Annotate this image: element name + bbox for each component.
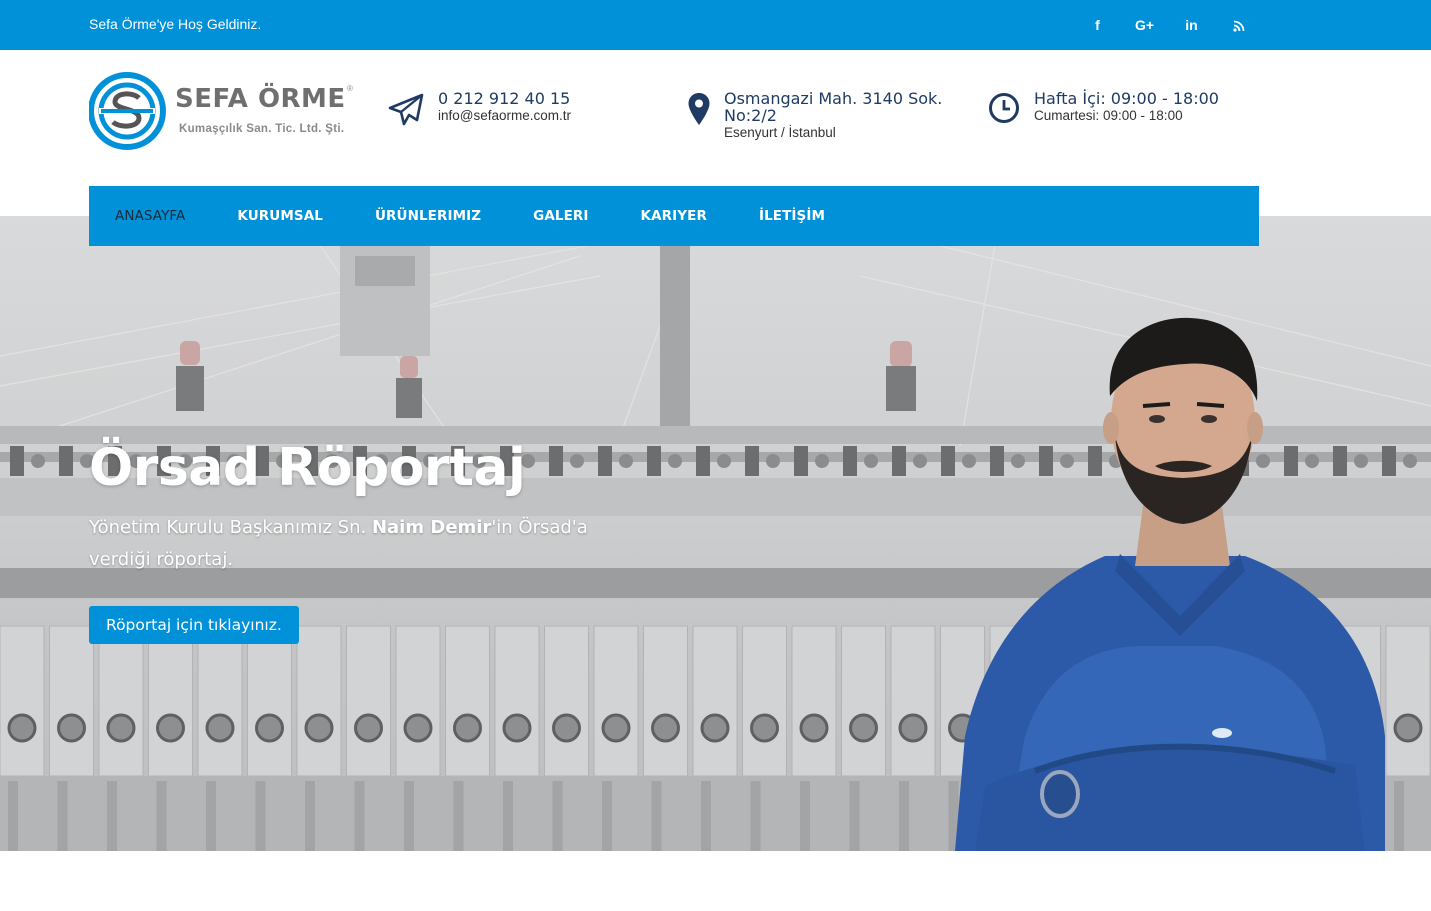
hero-slider: Örsad Röportaj Yönetim Kurulu Başkanımız… xyxy=(0,216,1431,851)
linkedin-icon[interactable]: in xyxy=(1168,13,1215,37)
map-pin-icon xyxy=(688,93,710,125)
main-navigation: ANASAYFA KURUMSAL ÜRÜNLERIMIZ GALERI KAR… xyxy=(89,186,1259,246)
logo-mark-icon xyxy=(89,72,166,150)
hours-weekday: Hafta İçi: 09:00 - 18:00 xyxy=(1034,89,1219,108)
welcome-text: Sefa Örme'ye Hoş Geldiniz. xyxy=(89,16,262,32)
rss-icon[interactable] xyxy=(1215,13,1262,37)
google-plus-icon[interactable]: G+ xyxy=(1121,13,1168,37)
phone-number[interactable]: 0 212 912 40 15 xyxy=(438,90,668,107)
hero-description: Yönetim Kurulu Başkanımız Sn. Naim Demir… xyxy=(89,517,588,570)
nav-item-iletisim[interactable]: İLETİŞİM xyxy=(759,208,825,224)
clock-icon xyxy=(989,93,1019,123)
address-line-1: Osmangazi Mah. 3140 Sok. xyxy=(724,89,943,108)
hero-title: Örsad Röportaj xyxy=(89,438,526,498)
nav-item-galeri[interactable]: GALERI xyxy=(533,208,588,224)
nav-item-anasayfa[interactable]: ANASAYFA xyxy=(115,208,185,224)
logo-brand: SEFA ÖRME xyxy=(175,84,346,114)
nav-item-kurumsal[interactable]: KURUMSAL xyxy=(237,208,323,224)
logo-registered: ® xyxy=(347,84,353,93)
hero-person-name: Naim Demir xyxy=(371,517,492,538)
email-address[interactable]: info@sefaorme.com.tr xyxy=(438,107,668,125)
address-line-3: Esenyurt / İstanbul xyxy=(724,125,836,140)
site-header: SEFA ÖRME ® Kumaşçılık San. Tic. Ltd. Şt… xyxy=(0,50,1431,186)
top-bar: Sefa Örme'ye Hoş Geldiniz. f G+ in xyxy=(0,0,1431,50)
logo-subtitle: Kumaşçılık San. Tic. Ltd. Şti. xyxy=(179,123,345,135)
person-photo xyxy=(955,317,1385,851)
interview-button[interactable]: Röportaj için tıklayınız. xyxy=(89,606,299,644)
address-line-2: No:2/2 xyxy=(724,106,777,125)
nav-item-kariyer[interactable]: KARIYER xyxy=(641,208,707,224)
logo[interactable]: SEFA ÖRME ® Kumaşçılık San. Tic. Ltd. Şt… xyxy=(89,72,359,152)
nav-item-urunlerimiz[interactable]: ÜRÜNLERIMIZ xyxy=(375,208,481,224)
hours-saturday: Cumartesi: 09:00 - 18:00 xyxy=(1034,108,1183,123)
paper-plane-icon xyxy=(388,93,424,126)
social-links: f G+ in xyxy=(1074,13,1262,37)
facebook-icon[interactable]: f xyxy=(1074,13,1121,37)
